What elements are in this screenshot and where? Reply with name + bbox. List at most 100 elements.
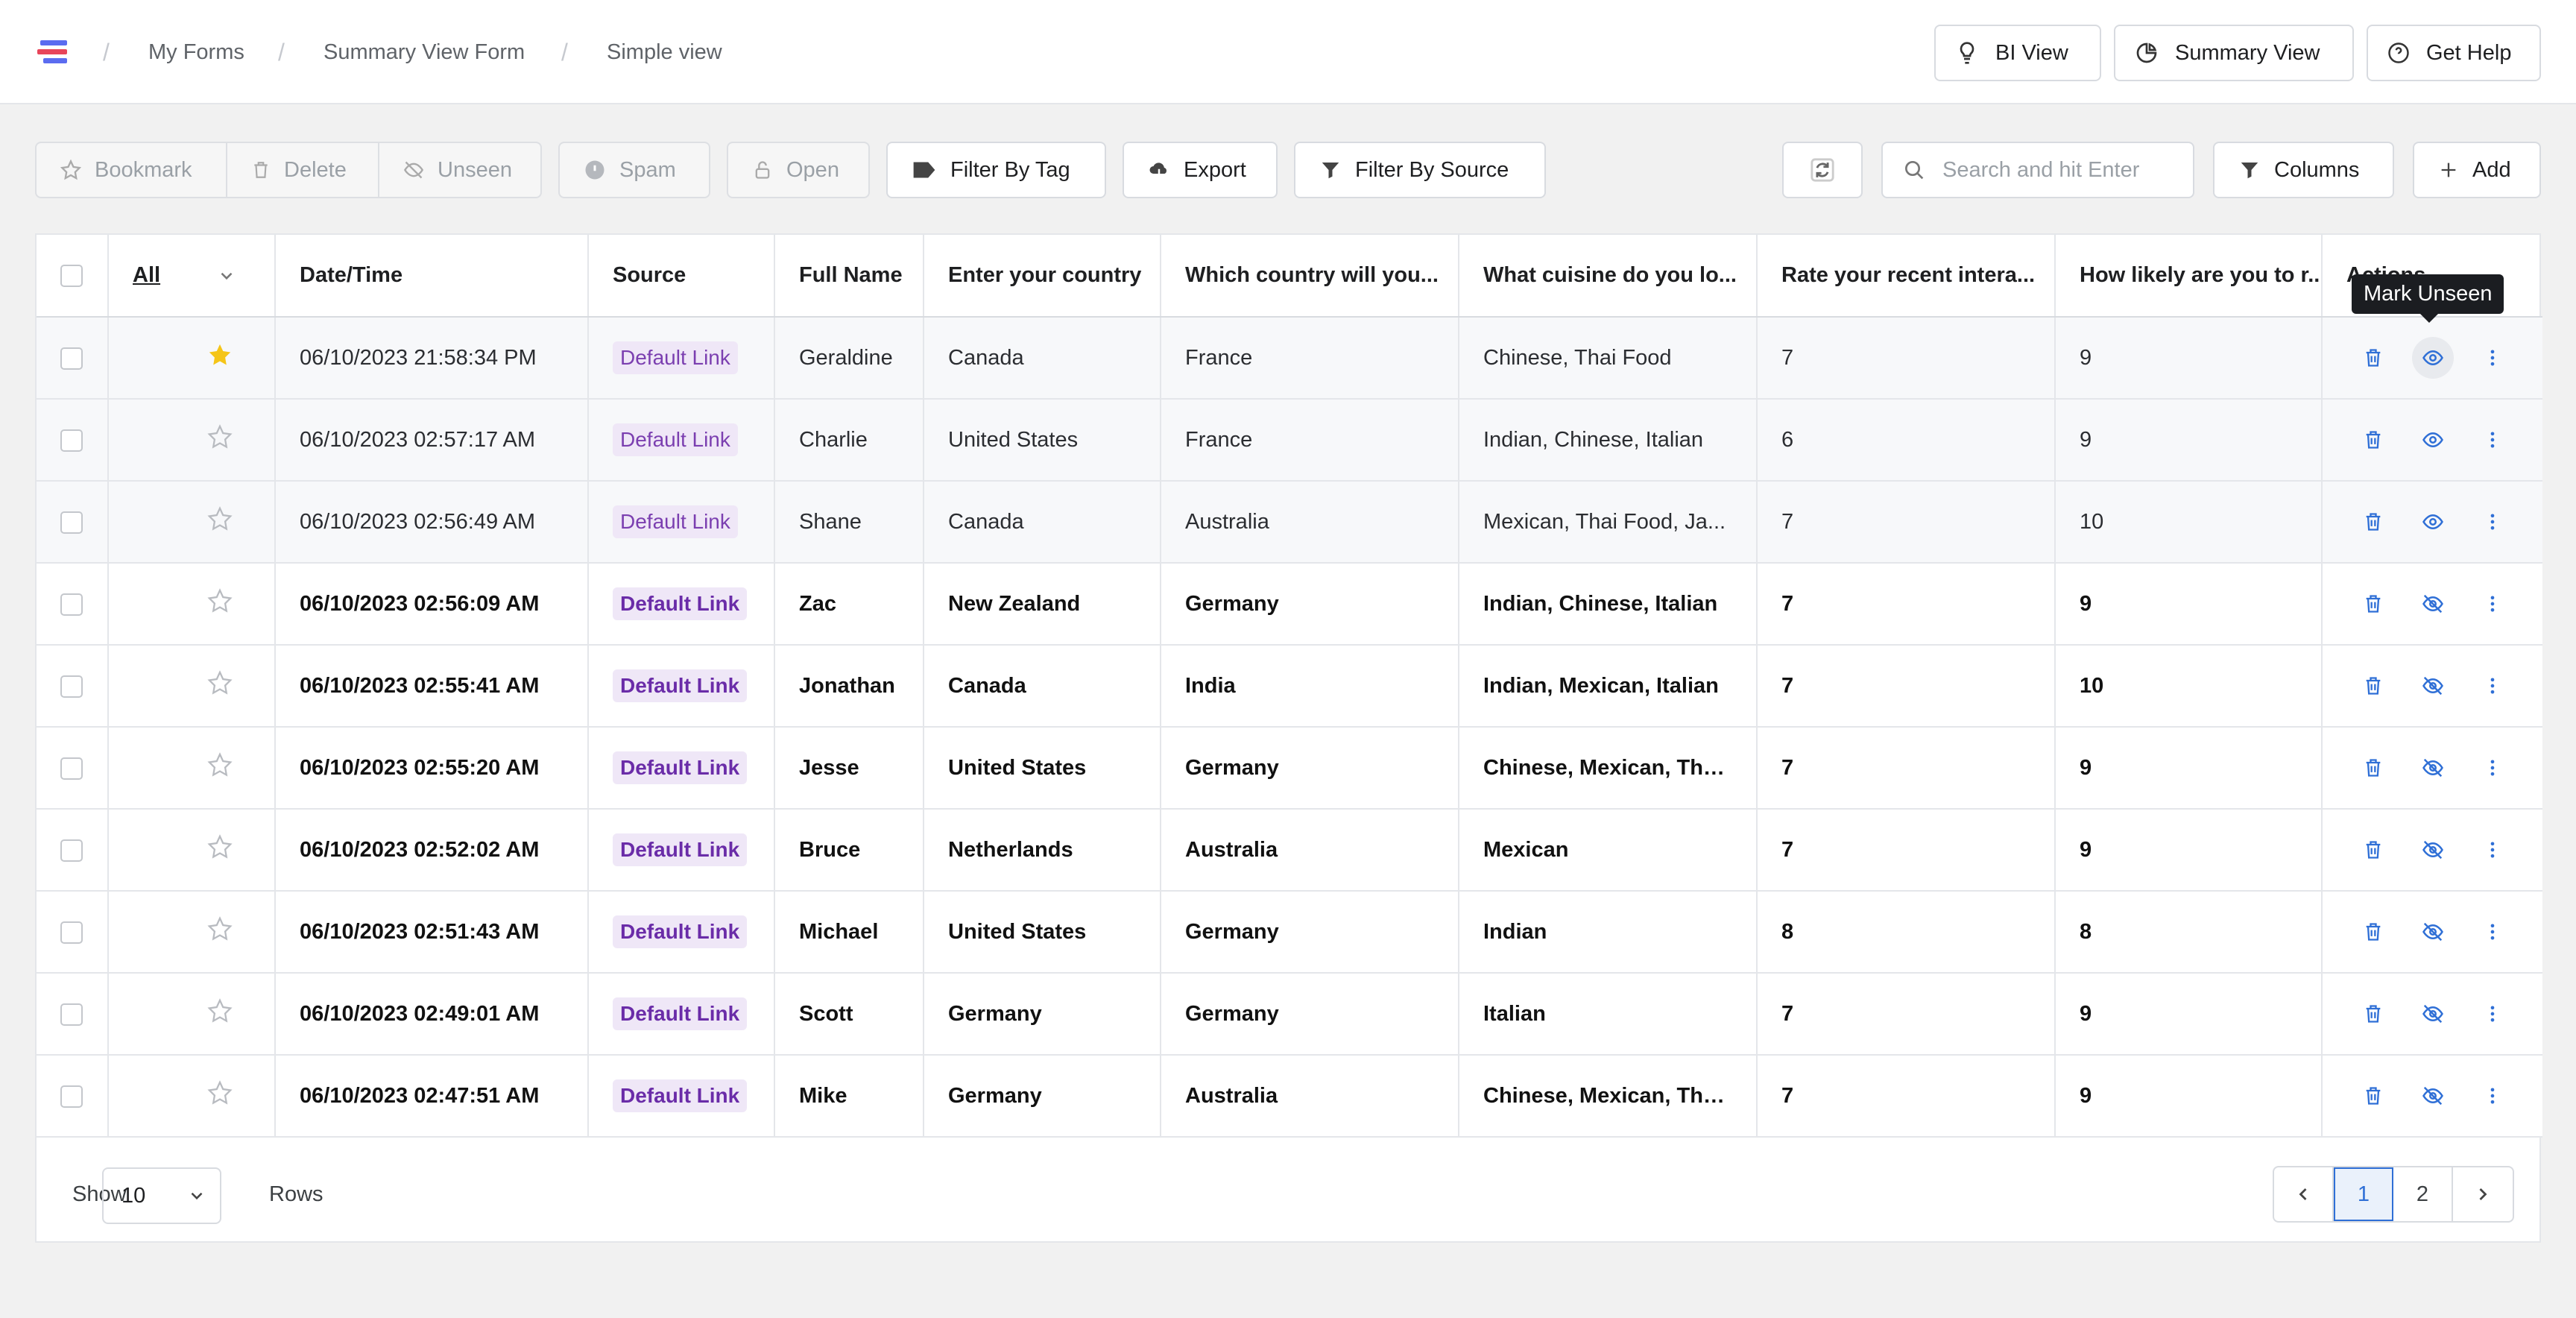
refresh-button[interactable] [1782, 142, 1863, 198]
table-row[interactable]: 06/10/2023 02:51:43 AM Default Link Michae… [37, 891, 2542, 974]
row-checkbox[interactable] [60, 347, 83, 370]
delete-entry-button[interactable] [2352, 419, 2394, 461]
mark-seen-button[interactable] [2412, 993, 2454, 1035]
summary-view-button[interactable]: Summary View [2114, 25, 2354, 81]
row-checkbox[interactable] [60, 921, 83, 944]
row-checkbox[interactable] [60, 429, 83, 452]
mark-seen-button[interactable] [2412, 583, 2454, 625]
mark-seen-button[interactable] [2412, 747, 2454, 789]
row-checkbox[interactable] [60, 1085, 83, 1108]
star-outline-icon[interactable] [207, 506, 233, 532]
cell-datetime: 06/10/2023 02:56:49 AM [275, 481, 589, 564]
bi-view-button[interactable]: BI View [1934, 25, 2101, 81]
delete-entry-button[interactable] [2352, 337, 2394, 379]
mark-seen-button[interactable] [2412, 665, 2454, 707]
star-filled-icon[interactable] [207, 342, 233, 368]
mark-seen-button[interactable] [2412, 911, 2454, 953]
table-row[interactable]: 06/10/2023 02:52:02 AM Default Link Bruce N… [37, 809, 2542, 892]
search-input[interactable]: Search and hit Enter [1942, 158, 2139, 183]
rows-per-page-select[interactable]: 10 [102, 1167, 221, 1224]
delete-entry-button[interactable] [2352, 829, 2394, 871]
prev-page-button[interactable] [2274, 1167, 2334, 1221]
row-checkbox[interactable] [60, 839, 83, 862]
more-actions-button[interactable] [2472, 993, 2513, 1035]
more-actions-button[interactable] [2472, 501, 2513, 543]
more-actions-button[interactable] [2472, 911, 2513, 953]
table-row[interactable]: 06/10/2023 02:47:51 AM Default Link Mike Ge… [37, 1055, 2542, 1138]
filter-by-source-button[interactable]: Filter By Source [1294, 142, 1546, 198]
header-country[interactable]: Enter your country [924, 235, 1161, 318]
mark-unseen-button[interactable] [2412, 501, 2454, 543]
get-help-button[interactable]: Get Help [2367, 25, 2541, 81]
header-datetime[interactable]: Date/Time [275, 235, 589, 318]
search-box[interactable]: Search and hit Enter [1881, 142, 2194, 198]
chevron-down-icon[interactable] [217, 266, 236, 286]
cell-country: New Zealand [924, 563, 1161, 646]
header-full-name[interactable]: Full Name [774, 235, 924, 318]
unseen-button[interactable]: Unseen [379, 143, 540, 197]
star-outline-icon[interactable] [207, 424, 233, 450]
breadcrumb-summary-view-form[interactable]: Summary View Form [323, 37, 525, 67]
table-row[interactable]: 06/10/2023 02:49:01 AM Default Link Scott G… [37, 973, 2542, 1056]
table-row[interactable]: 06/10/2023 02:55:41 AM Default Link Jonath… [37, 645, 2542, 728]
next-page-button[interactable] [2453, 1167, 2513, 1221]
row-checkbox[interactable] [60, 675, 83, 698]
star-outline-icon[interactable] [207, 752, 233, 778]
delete-button[interactable]: Delete [227, 143, 379, 197]
row-checkbox[interactable] [60, 1003, 83, 1026]
mark-unseen-button[interactable] [2411, 337, 2454, 379]
more-actions-button[interactable] [2472, 419, 2513, 461]
select-all-checkbox[interactable] [60, 265, 83, 288]
filter-all-label[interactable]: All [133, 263, 160, 287]
star-outline-icon[interactable] [207, 998, 233, 1024]
header-source[interactable]: Source [588, 235, 775, 318]
row-checkbox[interactable] [60, 593, 83, 616]
delete-entry-button[interactable] [2352, 747, 2394, 789]
star-outline-icon[interactable] [207, 588, 233, 614]
delete-entry-button[interactable] [2352, 583, 2394, 625]
mark-unseen-button[interactable] [2412, 419, 2454, 461]
page-2-button[interactable]: 2 [2393, 1167, 2453, 1221]
header-rate[interactable]: Rate your recent intera... [1757, 235, 2056, 318]
more-actions-button[interactable] [2472, 337, 2513, 379]
header-visit-country[interactable]: Which country will you... [1161, 235, 1459, 318]
filter-by-tag-button[interactable]: Filter By Tag [886, 142, 1106, 198]
delete-entry-button[interactable] [2352, 1075, 2394, 1117]
more-actions-button[interactable] [2472, 829, 2513, 871]
search-icon [1905, 161, 1924, 180]
app-logo-icon[interactable] [36, 37, 72, 67]
table-row[interactable]: 06/10/2023 21:58:34 PM Default Link Gerald… [37, 317, 2542, 400]
star-outline-icon[interactable] [207, 916, 233, 942]
star-outline-icon[interactable] [207, 670, 233, 696]
table-row[interactable]: 06/10/2023 02:56:49 AM Default Link Shane C… [37, 481, 2542, 564]
more-actions-button[interactable] [2472, 747, 2513, 789]
breadcrumb-my-forms[interactable]: My Forms [148, 37, 244, 67]
filter-all-cell[interactable]: All [108, 235, 276, 318]
spam-button[interactable]: Spam [558, 142, 710, 198]
columns-button[interactable]: Columns [2213, 142, 2394, 198]
delete-entry-button[interactable] [2352, 993, 2394, 1035]
header-likely[interactable]: How likely are you to r... [2055, 235, 2323, 318]
add-button[interactable]: Add [2413, 142, 2541, 198]
table-row[interactable]: 06/10/2023 02:55:20 AM Default Link Jesse U… [37, 727, 2542, 810]
breadcrumb-simple-view[interactable]: Simple view [607, 37, 722, 67]
page-1-button[interactable]: 1 [2334, 1167, 2393, 1221]
more-actions-button[interactable] [2472, 583, 2513, 625]
table-row[interactable]: 06/10/2023 02:56:09 AM Default Link Zac New… [37, 563, 2542, 646]
delete-entry-button[interactable] [2352, 501, 2394, 543]
star-outline-icon[interactable] [207, 1080, 233, 1106]
open-button[interactable]: Open [727, 142, 870, 198]
export-button[interactable]: Export [1123, 142, 1278, 198]
mark-seen-button[interactable] [2412, 829, 2454, 871]
more-actions-button[interactable] [2472, 1075, 2513, 1117]
row-checkbox[interactable] [60, 511, 83, 534]
star-outline-icon[interactable] [207, 834, 233, 860]
delete-entry-button[interactable] [2352, 911, 2394, 953]
bookmark-button[interactable]: Bookmark [37, 143, 227, 197]
header-cuisine[interactable]: What cuisine do you lo... [1459, 235, 1758, 318]
delete-entry-button[interactable] [2352, 665, 2394, 707]
row-checkbox[interactable] [60, 757, 83, 780]
more-actions-button[interactable] [2472, 665, 2513, 707]
mark-seen-button[interactable] [2412, 1075, 2454, 1117]
table-row[interactable]: 06/10/2023 02:57:17 AM Default Link Charli… [37, 399, 2542, 482]
